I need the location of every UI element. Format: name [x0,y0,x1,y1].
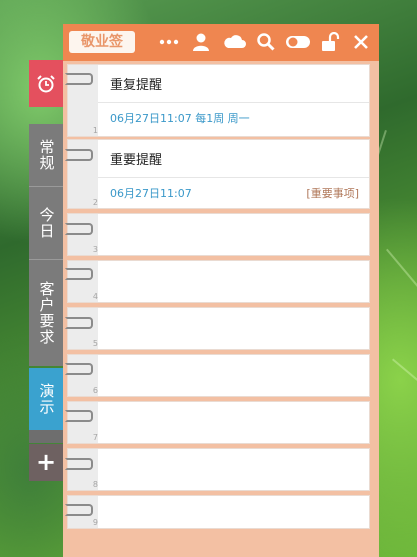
note-index: 6 [92,386,98,395]
empty-note-item[interactable]: 8 [65,448,370,491]
side-tab-spacer [29,430,63,443]
note-divider [98,102,369,103]
note-index: 9 [92,518,98,527]
note-index: 8 [92,480,98,489]
note-index: 7 [92,433,98,442]
close-icon[interactable] [352,32,370,52]
note-item[interactable]: 重要提醒 06月27日11:07 [重要事项] 2 [65,139,370,209]
side-tab-label: 今日 [37,207,56,239]
note-index: 1 [92,126,98,135]
note-index: 2 [92,198,98,207]
note-index: 3 [92,245,98,254]
add-category-button[interactable]: + [29,444,63,481]
binder-ring-icon [65,363,93,375]
toggle-icon[interactable] [285,32,311,52]
binder-ring-icon [65,149,93,161]
empty-note-item[interactable]: 6 [65,354,370,397]
empty-note-item[interactable]: 3 [65,213,370,256]
unlock-icon[interactable] [320,32,340,52]
side-tab-reminders[interactable] [29,60,63,107]
note-reminder-time: 06月27日11:07 每1周 周一 [110,112,250,125]
binder-ring-icon [65,317,93,329]
search-icon[interactable] [256,32,276,52]
side-tab-customer[interactable]: 客户要求 [29,260,63,366]
app-logo-button[interactable]: 敬业签 [69,31,135,53]
more-icon[interactable] [159,32,179,52]
binder-ring-icon [65,223,93,235]
note-title: 重要提醒 [110,153,163,168]
side-tab-general[interactable]: 常规 [29,124,63,186]
binder-ring-icon [65,410,93,422]
note-item[interactable]: 重复提醒 06月27日11:07 每1周 周一 1 [65,64,370,137]
empty-note-item[interactable]: 9 [65,495,370,529]
note-divider [98,177,369,178]
cloud-icon[interactable] [223,32,247,52]
note-index: 4 [92,292,98,301]
empty-note-item[interactable]: 7 [65,401,370,444]
note-index: 5 [92,339,98,348]
plus-icon: + [35,448,57,476]
binder-ring-icon [65,504,93,516]
side-tab-today[interactable]: 今日 [29,187,63,259]
empty-note-item[interactable]: 4 [65,260,370,303]
user-icon[interactable] [191,32,211,52]
side-tab-demo[interactable]: 演示 [29,368,63,430]
side-tab-label: 客户要求 [37,281,56,345]
title-bar[interactable]: 敬业签 [63,24,379,61]
binder-ring-icon [65,268,93,280]
note-reminder-time: 06月27日11:07 [110,187,192,200]
side-tab-label: 常规 [37,139,56,171]
binder-ring-icon [65,73,93,85]
note-tag[interactable]: [重要事项] [306,185,359,201]
alarm-clock-icon [37,74,55,92]
notes-panel: 敬业签 重复提醒 06月27日11:07 每1周 周一 1 重要提醒 06月27… [63,24,379,557]
empty-note-item[interactable]: 5 [65,307,370,350]
side-tab-label: 演示 [37,383,56,415]
binder-ring-icon [65,458,93,470]
note-title: 重复提醒 [110,78,163,93]
